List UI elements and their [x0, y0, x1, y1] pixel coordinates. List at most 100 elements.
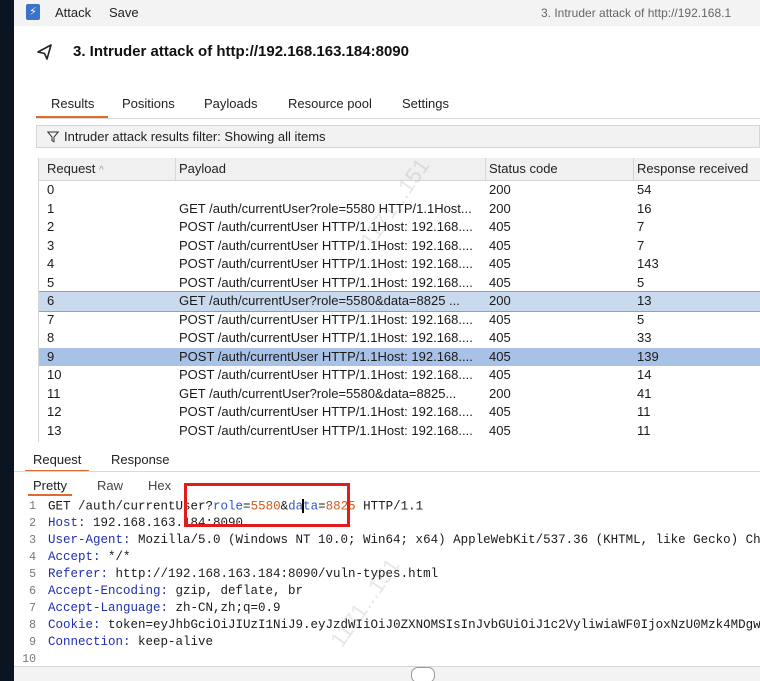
- cell-payload: POST /auth/currentUser HTTP/1.1Host: 192…: [179, 422, 473, 438]
- header-value: zh-CN,zh;q=0.9: [168, 601, 281, 615]
- tab-response[interactable]: Response: [111, 452, 170, 467]
- menubar: ⚡ Attack Save 3. Intruder attack of http…: [14, 0, 760, 26]
- cell-response-received: 33: [637, 330, 652, 345]
- editor-line: 4 Accept: */*: [14, 549, 760, 566]
- col-status-code[interactable]: Status code: [489, 161, 558, 176]
- table-row[interactable]: 1 GET /auth/currentUser?role=5580 HTTP/1.…: [39, 200, 760, 219]
- cell-payload: POST /auth/currentUser HTTP/1.1Host: 192…: [179, 330, 473, 345]
- cell-status-code: 405: [489, 348, 511, 364]
- cell-request: 11: [47, 385, 61, 401]
- editor-line: 1 GET /auth/currentUser?role=5580&data=8…: [14, 498, 760, 515]
- cell-status-code: 405: [489, 256, 511, 271]
- table-row[interactable]: 8 POST /auth/currentUser HTTP/1.1Host: 19…: [39, 329, 760, 348]
- line-number: 2: [29, 517, 36, 530]
- cell-request: 2: [47, 219, 55, 234]
- editor-line: 3 User-Agent: Mozilla/5.0 (Windows NT 10.…: [14, 532, 760, 549]
- header-value: Mozilla/5.0 (Windows NT 10.0; Win64; x64…: [130, 533, 760, 547]
- header-name: Cookie:: [48, 618, 101, 632]
- editor-line: 9 Connection: keep-alive: [14, 634, 760, 651]
- table-row[interactable]: 11 GET /auth/currentUser?role=5580&data=8…: [39, 385, 760, 404]
- cell-request: 5: [47, 274, 55, 290]
- table-row[interactable]: 3 POST /auth/currentUser HTTP/1.1Host: 19…: [39, 237, 760, 256]
- results-filter-bar[interactable]: Intruder attack results filter: Showing …: [36, 125, 760, 148]
- table-row[interactable]: 4 POST /auth/currentUser HTTP/1.1Host: 19…: [39, 255, 760, 274]
- table-row[interactable]: 9 POST /auth/currentUser HTTP/1.1Host: 19…: [39, 347, 760, 366]
- line-number: 7: [29, 602, 36, 615]
- table-row[interactable]: 5 POST /auth/currentUser HTTP/1.1Host: 19…: [39, 274, 760, 293]
- tab-hex[interactable]: Hex: [148, 478, 171, 493]
- col-request[interactable]: Request ^: [47, 161, 104, 176]
- intruder-icon: [37, 44, 52, 60]
- table-row[interactable]: 0 200 54: [39, 181, 760, 200]
- tab-resource-pool[interactable]: Resource pool: [288, 96, 372, 111]
- detail-tabs: Request Response: [14, 448, 760, 472]
- column-separator[interactable]: [485, 158, 486, 180]
- cell-payload: GET /auth/currentUser?role=5580&data=882…: [179, 293, 460, 308]
- tab-request[interactable]: Request: [33, 452, 81, 467]
- line-number: 9: [29, 636, 36, 649]
- cell-request: 0: [47, 182, 55, 197]
- cell-request: 8: [47, 330, 55, 345]
- editor-line: 7 Accept-Language: zh-CN,zh;q=0.9: [14, 600, 760, 617]
- cell-status-code: 200: [489, 182, 511, 197]
- header-line: User-Agent: Mozilla/5.0 (Windows NT 10.0…: [48, 533, 760, 547]
- table-row[interactable]: 13 POST /auth/currentUser HTTP/1.1Host: 1…: [39, 422, 760, 441]
- cell-status-code: 405: [489, 330, 511, 345]
- filter-funnel-icon: [47, 131, 59, 143]
- header-name: User-Agent:: [48, 533, 131, 547]
- menu-save[interactable]: Save: [109, 5, 139, 20]
- header-value: keep-alive: [130, 635, 214, 649]
- window-title: 3. Intruder attack of http://192.168.1: [541, 6, 732, 20]
- line-number: 3: [29, 534, 36, 547]
- cell-payload: POST /auth/currentUser HTTP/1.1Host: 192…: [179, 237, 473, 253]
- table-row[interactable]: 12 POST /auth/currentUser HTTP/1.1Host: 1…: [39, 403, 760, 422]
- cell-request: 13: [47, 422, 62, 438]
- cell-payload: POST /auth/currentUser HTTP/1.1Host: 192…: [179, 367, 473, 382]
- header-name: Referer:: [48, 567, 109, 581]
- table-row[interactable]: 6 GET /auth/currentUser?role=5580&data=88…: [39, 291, 760, 312]
- line-number: 4: [29, 551, 36, 564]
- table-row[interactable]: 10 POST /auth/currentUser HTTP/1.1Host: 1…: [39, 366, 760, 385]
- tab-positions[interactable]: Positions: [122, 96, 175, 111]
- cell-payload: POST /auth/currentUser HTTP/1.1Host: 192…: [179, 274, 473, 290]
- table-row[interactable]: 7 POST /auth/currentUser HTTP/1.1Host: 19…: [39, 311, 760, 330]
- tab-settings[interactable]: Settings: [402, 96, 449, 111]
- tab-divider: [36, 118, 760, 119]
- sort-ascending-icon: ^: [99, 165, 104, 176]
- menu-attack[interactable]: Attack: [55, 5, 91, 20]
- tab-payloads[interactable]: Payloads: [204, 96, 257, 111]
- tab-results[interactable]: Results: [51, 96, 94, 111]
- results-table: Request ^ Payload Status code Response r…: [38, 158, 760, 442]
- cell-status-code: 405: [489, 367, 511, 382]
- request-editor[interactable]: 1 GET /auth/currentUser?role=5580&data=8…: [14, 498, 760, 668]
- cell-request: 1: [47, 200, 55, 216]
- column-separator[interactable]: [175, 158, 176, 180]
- scrollbar-thumb[interactable]: [411, 667, 435, 681]
- burp-intruder-window: ⚡ Attack Save 3. Intruder attack of http…: [14, 0, 760, 681]
- col-payload[interactable]: Payload: [179, 161, 226, 176]
- header-value: http://192.168.163.184:8090/vuln-types.h…: [108, 567, 439, 581]
- burp-logo-icon: ⚡: [26, 4, 40, 20]
- header-line: Connection: keep-alive: [48, 635, 213, 649]
- cell-response-received: 5: [637, 274, 645, 290]
- cell-request: 4: [47, 256, 55, 271]
- page-title: 3. Intruder attack of http://192.168.163…: [73, 43, 409, 60]
- column-separator[interactable]: [633, 158, 634, 180]
- table-row[interactable]: 2 POST /auth/currentUser HTTP/1.1Host: 19…: [39, 218, 760, 237]
- cell-payload: GET /auth/currentUser?role=5580 HTTP/1.1…: [179, 200, 472, 216]
- editor-line: 6 Accept-Encoding: gzip, deflate, br: [14, 583, 760, 600]
- left-window-edge: [0, 0, 14, 681]
- header-name: Connection:: [48, 635, 131, 649]
- cell-status-code: 200: [489, 385, 511, 401]
- tab-pretty[interactable]: Pretty: [33, 478, 67, 493]
- header-line: Accept: */*: [48, 550, 131, 564]
- header-name: Accept:: [48, 550, 101, 564]
- header-line: Accept-Encoding: gzip, deflate, br: [48, 584, 303, 598]
- cell-request: 10: [47, 367, 62, 382]
- col-response-received[interactable]: Response received: [637, 161, 748, 176]
- cell-response-received: 7: [637, 219, 645, 234]
- header-line: Cookie: token=eyJhbGciOiJIUzI1NiJ9.eyJzd…: [48, 618, 760, 632]
- tab-raw[interactable]: Raw: [97, 478, 123, 493]
- cell-status-code: 405: [489, 219, 511, 234]
- cell-status-code: 405: [489, 422, 511, 438]
